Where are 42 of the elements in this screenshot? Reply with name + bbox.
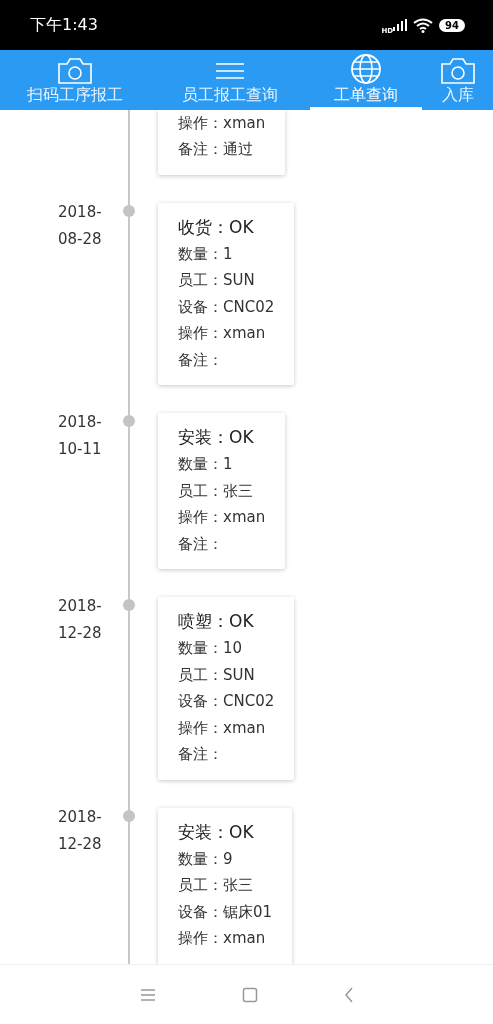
record-field: 数量：10 (178, 635, 275, 662)
record-field: 备注：通过 (178, 136, 266, 163)
record-field: 设备：锯床01 (178, 898, 273, 925)
wifi-icon (413, 17, 434, 33)
nav-tab[interactable]: 入库 (422, 50, 493, 110)
record-field: 设备：CNC02 (178, 293, 275, 320)
entry-date: 2018-12-28 (58, 806, 102, 855)
entry-date: 2018-08-28 (58, 201, 102, 250)
nav-tab[interactable]: 工单查询 (310, 50, 422, 110)
record-title: 喷塑：OK (178, 610, 255, 633)
signal-icon (393, 19, 408, 31)
record-field: 员工：张三 (178, 477, 266, 504)
record-title: 收货：OK (178, 215, 255, 239)
record-title: 安装：OK (178, 820, 255, 844)
back-icon[interactable] (343, 986, 354, 1003)
record-field: 数量：1 (178, 451, 266, 478)
battery-indicator: 94 (439, 18, 465, 32)
record-field: 设备：CNC02 (178, 688, 275, 715)
globe-icon (348, 53, 384, 85)
record-field: 操作：xman (178, 320, 275, 347)
record-field: 操作：xman (178, 925, 273, 952)
record-title: 安装：OK (178, 426, 255, 449)
entry-date: 2018-12-28 (58, 596, 102, 644)
camera-icon (57, 57, 93, 85)
record-field: 操作：xman (178, 110, 266, 136)
record-field: 备注： (178, 346, 275, 373)
entry-date: 2018-10-11 (58, 412, 102, 460)
clock-time: 下午1:43 (30, 14, 98, 36)
record-field: 操作：xman (178, 504, 266, 531)
menu-icon[interactable] (139, 987, 156, 1002)
record-field: 操作：xman (178, 714, 275, 741)
home-icon[interactable] (241, 986, 258, 1003)
record-field: 员工：张三 (178, 872, 273, 899)
record-field: 数量：1 (178, 240, 275, 267)
record-field: 员工：SUN (178, 661, 275, 688)
camera-icon (439, 57, 476, 85)
record-field: 员工：SUN (178, 267, 275, 294)
nav-tab[interactable]: 员工报工查询 (150, 50, 310, 110)
record-field: 数量：9 (178, 845, 273, 872)
record-field: 备注： (178, 530, 266, 557)
record-field: 备注： (178, 741, 275, 768)
nav-tab[interactable]: 扫码工序报工 (0, 50, 150, 110)
